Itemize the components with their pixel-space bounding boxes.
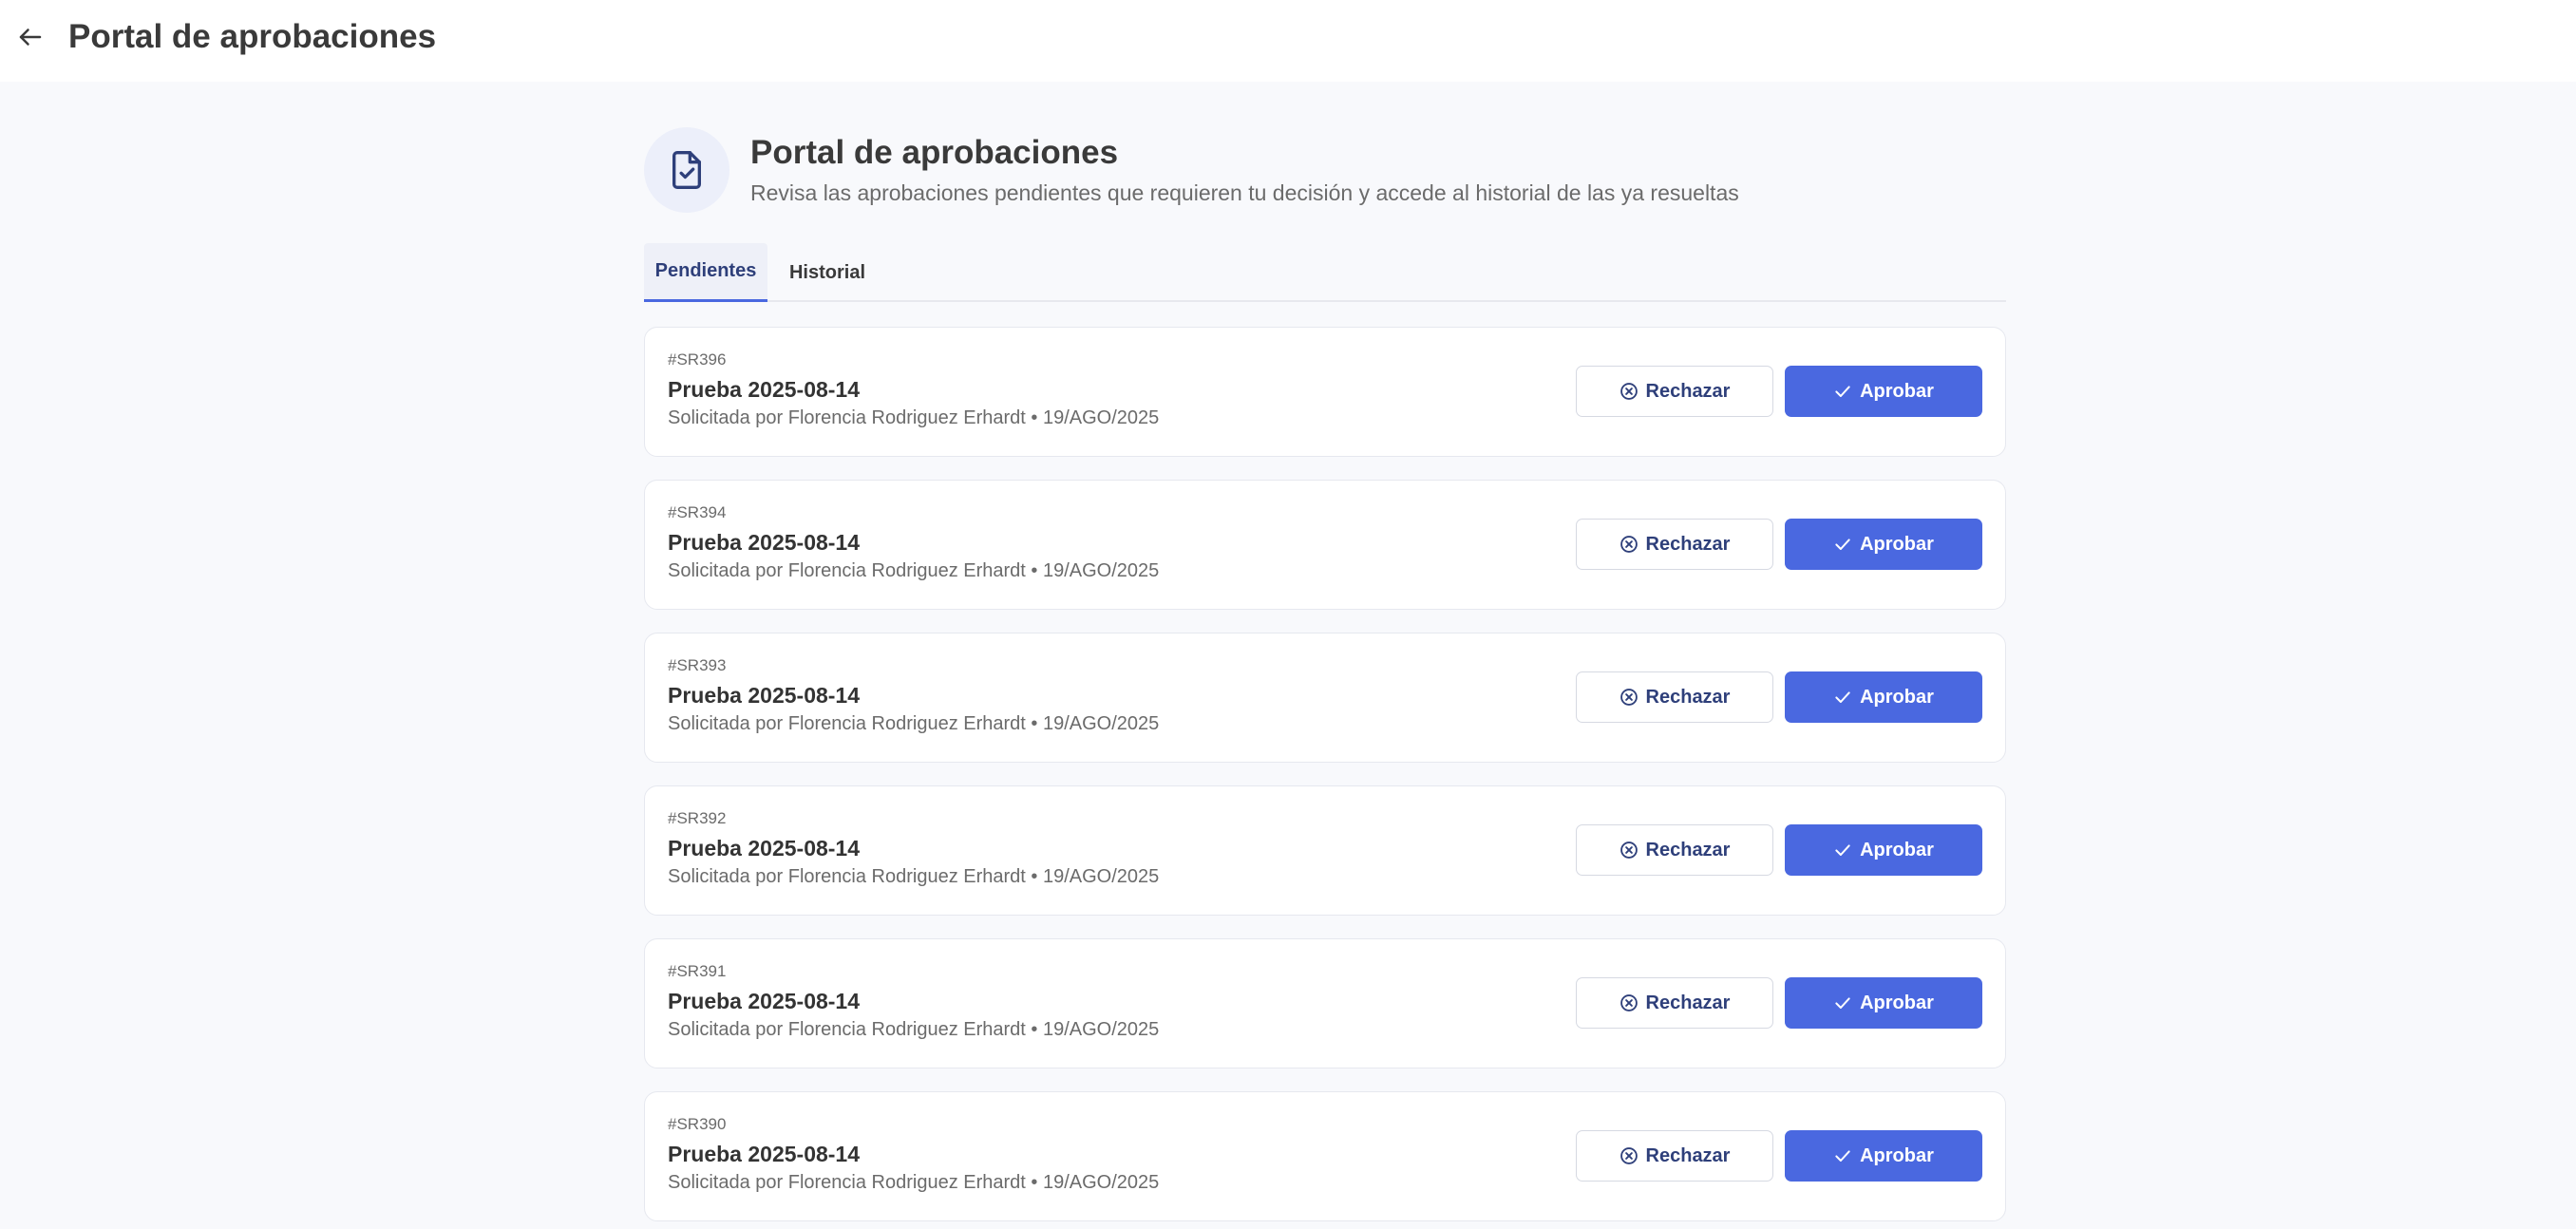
request-title: Prueba 2025-08-14 <box>668 989 861 1013</box>
check-icon <box>1833 993 1852 1012</box>
top-bar: Portal de aprobaciones <box>0 0 2576 82</box>
page-title: Portal de aprobaciones <box>750 134 1119 171</box>
request-title: Prueba 2025-08-14 <box>668 377 861 402</box>
request-title: Prueba 2025-08-14 <box>668 530 861 555</box>
approve-label: Aprobar <box>1860 380 1934 402</box>
request-id: #SR392 <box>668 809 727 827</box>
request-title: Prueba 2025-08-14 <box>668 683 861 708</box>
tab-historial[interactable]: Historial <box>771 243 883 302</box>
request-meta: Solicitada por Florencia Rodriguez Erhar… <box>668 1019 1160 1040</box>
request-meta: Solicitada por Florencia Rodriguez Erhar… <box>668 866 1160 887</box>
request-id: #SR390 <box>668 1115 727 1133</box>
reject-button[interactable]: Rechazar <box>1576 519 1773 570</box>
reject-label: Rechazar <box>1645 380 1731 402</box>
request-card: #SR396 Prueba 2025-08-14 Solicitada por … <box>644 327 2006 457</box>
x-circle-icon <box>1619 688 1638 707</box>
tab-pendientes[interactable]: Pendientes <box>644 243 767 302</box>
header-icon-badge <box>644 127 729 213</box>
reject-label: Rechazar <box>1645 533 1731 555</box>
request-id: #SR393 <box>668 656 727 674</box>
reject-label: Rechazar <box>1645 686 1731 708</box>
reject-button[interactable]: Rechazar <box>1576 366 1773 417</box>
request-id: #SR396 <box>668 350 727 369</box>
document-check-icon <box>672 151 701 189</box>
request-id: #SR394 <box>668 503 727 521</box>
request-meta: Solicitada por Florencia Rodriguez Erhar… <box>668 1172 1160 1193</box>
approve-button[interactable]: Aprobar <box>1785 519 1982 570</box>
request-meta: Solicitada por Florencia Rodriguez Erhar… <box>668 713 1160 734</box>
approve-button[interactable]: Aprobar <box>1785 671 1982 723</box>
main-content: Portal de aprobaciones Revisa las aproba… <box>0 82 2576 1229</box>
x-circle-icon <box>1619 1146 1638 1165</box>
check-icon <box>1833 841 1852 860</box>
approve-label: Aprobar <box>1860 992 1934 1013</box>
x-circle-icon <box>1619 535 1638 554</box>
reject-label: Rechazar <box>1645 1144 1731 1166</box>
x-circle-icon <box>1619 841 1638 860</box>
request-card: #SR391 Prueba 2025-08-14 Solicitada por … <box>644 938 2006 1068</box>
x-circle-icon <box>1619 382 1638 401</box>
check-icon <box>1833 382 1852 401</box>
page-subtitle: Revisa las aprobaciones pendientes que r… <box>750 180 1739 205</box>
reject-label: Rechazar <box>1645 992 1731 1013</box>
approve-button[interactable]: Aprobar <box>1785 366 1982 417</box>
reject-label: Rechazar <box>1645 839 1731 860</box>
topbar-title: Portal de aprobaciones <box>68 18 437 55</box>
approve-label: Aprobar <box>1860 686 1934 708</box>
tabs: Pendientes Historial <box>644 243 2006 302</box>
check-icon <box>1833 535 1852 554</box>
request-meta: Solicitada por Florencia Rodriguez Erhar… <box>668 407 1160 428</box>
back-button[interactable] <box>11 17 49 57</box>
request-card: #SR390 Prueba 2025-08-14 Solicitada por … <box>644 1091 2006 1221</box>
reject-button[interactable]: Rechazar <box>1576 1130 1773 1182</box>
request-title: Prueba 2025-08-14 <box>668 836 861 860</box>
approve-button[interactable]: Aprobar <box>1785 977 1982 1029</box>
check-icon <box>1833 688 1852 707</box>
reject-button[interactable]: Rechazar <box>1576 824 1773 876</box>
approve-button[interactable]: Aprobar <box>1785 824 1982 876</box>
approve-button[interactable]: Aprobar <box>1785 1130 1982 1182</box>
approve-label: Aprobar <box>1860 1144 1934 1166</box>
reject-button[interactable]: Rechazar <box>1576 977 1773 1029</box>
reject-button[interactable]: Rechazar <box>1576 671 1773 723</box>
request-card: #SR394 Prueba 2025-08-14 Solicitada por … <box>644 480 2006 610</box>
request-title: Prueba 2025-08-14 <box>668 1142 861 1166</box>
check-icon <box>1833 1146 1852 1165</box>
approve-label: Aprobar <box>1860 533 1934 555</box>
approve-label: Aprobar <box>1860 839 1934 860</box>
arrow-left-icon <box>19 28 42 46</box>
request-meta: Solicitada por Florencia Rodriguez Erhar… <box>668 560 1160 581</box>
x-circle-icon <box>1619 993 1638 1012</box>
request-card: #SR392 Prueba 2025-08-14 Solicitada por … <box>644 785 2006 916</box>
request-id: #SR391 <box>668 962 727 980</box>
request-card: #SR393 Prueba 2025-08-14 Solicitada por … <box>644 633 2006 763</box>
